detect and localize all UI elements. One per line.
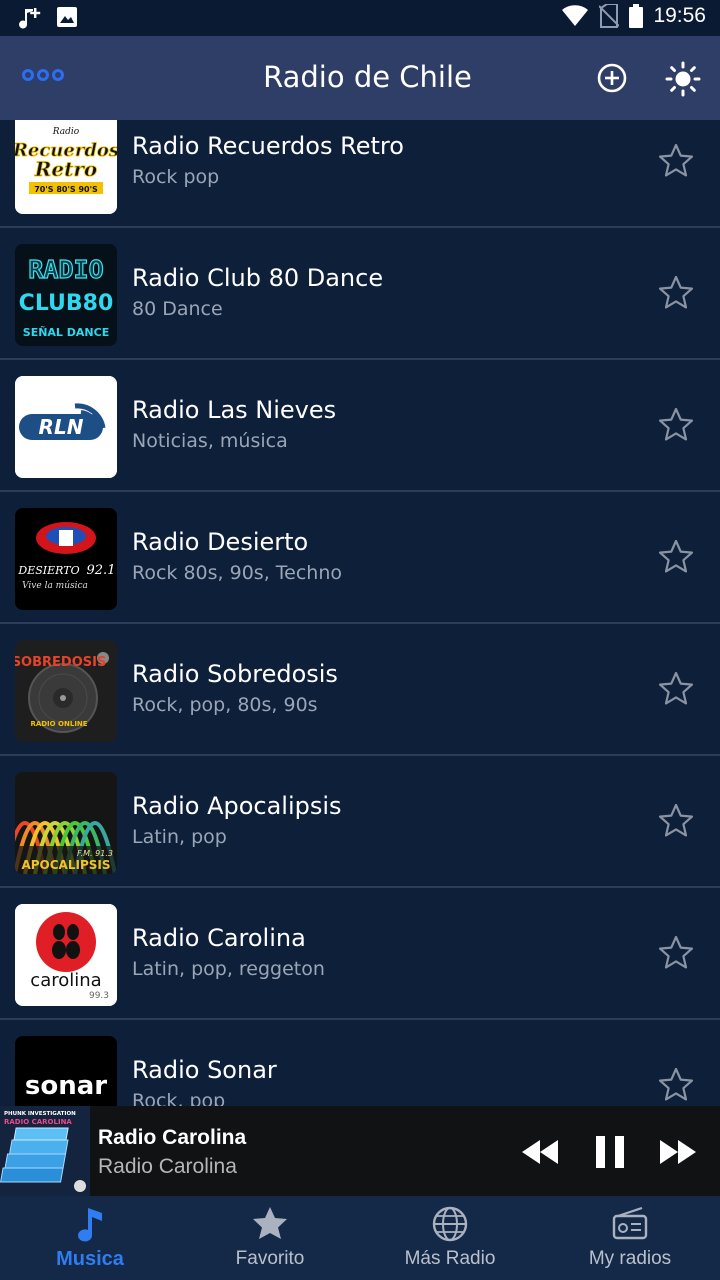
music-note-add-icon [19, 8, 41, 29]
station-genre: Rock, pop [132, 1090, 226, 1106]
station-name: Radio Carolina [132, 924, 306, 952]
svg-text:PHUNK INVESTIGATION: PHUNK INVESTIGATION [4, 1111, 76, 1117]
svg-text:RADIO ONLINE: RADIO ONLINE [30, 720, 87, 728]
station-name: Radio Recuerdos Retro [132, 132, 404, 160]
station-genre: Latin, pop [132, 826, 227, 848]
svg-text:Retro: Retro [34, 157, 97, 181]
globe-icon [432, 1206, 468, 1242]
nav-item-musica[interactable]: Musica [0, 1196, 180, 1280]
favorite-star-icon[interactable] [656, 141, 696, 181]
radio-icon [612, 1206, 648, 1240]
add-circle-icon[interactable] [596, 62, 628, 94]
no-sim-icon [599, 4, 620, 28]
status-time: 19:56 [653, 4, 706, 27]
status-bar: 19:56 [0, 0, 720, 36]
svg-text:RLN: RLN [39, 415, 84, 439]
svg-text:sonar: sonar [25, 1071, 107, 1101]
bottom-nav: Musica Favorito Más Radio My radios [0, 1196, 720, 1280]
station-name: Radio Apocalipsis [132, 792, 342, 820]
nav-item-favorito[interactable]: Favorito [180, 1196, 360, 1280]
svg-text:F.M. 91.3: F.M. 91.3 [77, 849, 113, 858]
station-row[interactable]: RLN Radio Las Nieves Noticias, música [0, 360, 720, 492]
svg-text:RADIO CAROLINA: RADIO CAROLINA [4, 1118, 72, 1126]
star-icon [253, 1207, 287, 1239]
brightness-icon[interactable] [664, 60, 702, 98]
nav-label: Más Radio [404, 1248, 496, 1269]
station-list[interactable]: Radio Recuerdos Retro 70'S 80'S 90'S Rad… [0, 120, 720, 1106]
nav-label: Favorito [235, 1248, 305, 1269]
station-logo: RLN [15, 376, 117, 478]
station-genre: Rock 80s, 90s, Techno [132, 562, 342, 584]
station-logo: sonar [15, 1036, 117, 1106]
svg-text:RADIO: RADIO [28, 255, 103, 284]
svg-text:SOBREDOSIS: SOBREDOSIS [15, 655, 106, 670]
station-genre: Noticias, música [132, 430, 288, 452]
svg-text:APOCALIPSIS: APOCALIPSIS [21, 858, 110, 872]
svg-text:92.1: 92.1 [87, 563, 116, 578]
music-note-icon [78, 1208, 102, 1242]
pause-icon[interactable] [588, 1130, 632, 1174]
station-logo: RADIO CLUB80 SEÑAL DANCE [15, 244, 117, 346]
station-row[interactable]: DESIERTO 92.1 Vive la música Radio Desie… [0, 492, 720, 624]
favorite-star-icon[interactable] [656, 1065, 696, 1105]
wifi-icon [562, 5, 589, 27]
now-playing-artwork: PHUNK INVESTIGATION RADIO CAROLINA [0, 1106, 90, 1196]
station-genre: Latin, pop, reggeton [132, 958, 325, 980]
station-name: Radio Las Nieves [132, 396, 337, 424]
fast-forward-icon[interactable] [656, 1130, 700, 1174]
now-playing-subtitle: Radio Carolina [98, 1155, 237, 1178]
station-genre: 80 Dance [132, 298, 223, 320]
now-playing-title: Radio Carolina [98, 1126, 247, 1149]
station-name: Radio Sonar [132, 1056, 277, 1084]
station-row[interactable]: SOBREDOSIS RADIO ONLINE Radio Sobredosis… [0, 624, 720, 756]
now-playing-bar[interactable]: PHUNK INVESTIGATION RADIO CAROLINA Radio… [0, 1106, 720, 1196]
favorite-star-icon[interactable] [656, 669, 696, 709]
station-name: Radio Club 80 Dance [132, 264, 384, 292]
favorite-star-icon[interactable] [656, 273, 696, 313]
station-name: Radio Desierto [132, 528, 309, 556]
station-logo: SOBREDOSIS RADIO ONLINE [15, 640, 117, 742]
svg-text:DESIERTO: DESIERTO [17, 564, 79, 577]
station-logo: F.M. 91.3 APOCALIPSIS [15, 772, 117, 874]
station-row[interactable]: F.M. 91.3 APOCALIPSIS Radio Apocalipsis … [0, 756, 720, 888]
nav-item-my-radios[interactable]: My radios [540, 1196, 720, 1280]
nav-label: My radios [588, 1248, 672, 1269]
station-logo: Radio Recuerdos Retro 70'S 80'S 90'S [15, 120, 117, 214]
station-row[interactable]: carolina 99.3 Radio Carolina Latin, pop,… [0, 888, 720, 1020]
favorite-star-icon[interactable] [656, 933, 696, 973]
svg-text:70'S 80'S 90'S: 70'S 80'S 90'S [34, 185, 98, 194]
station-logo: DESIERTO 92.1 Vive la música [15, 508, 117, 610]
nav-item-mas-radio[interactable]: Más Radio [360, 1196, 540, 1280]
rewind-icon[interactable] [518, 1130, 562, 1174]
station-row[interactable]: Radio Recuerdos Retro 70'S 80'S 90'S Rad… [0, 120, 720, 228]
svg-text:carolina: carolina [30, 970, 101, 991]
svg-text:Radio: Radio [52, 127, 80, 137]
battery-icon [629, 4, 644, 28]
favorite-star-icon[interactable] [656, 537, 696, 577]
svg-text:Vive la música: Vive la música [22, 580, 88, 591]
favorite-star-icon[interactable] [656, 405, 696, 445]
svg-text:99.3: 99.3 [89, 991, 109, 1001]
svg-text:SEÑAL DANCE: SEÑAL DANCE [23, 326, 109, 339]
station-row[interactable]: RADIO CLUB80 SEÑAL DANCE Radio Club 80 D… [0, 228, 720, 360]
svg-text:CLUB80: CLUB80 [19, 291, 114, 316]
app-bar: Radio de Chile [0, 36, 720, 120]
station-row[interactable]: sonar Radio Sonar Rock, pop [0, 1020, 720, 1106]
station-logo: carolina 99.3 [15, 904, 117, 1006]
image-icon [57, 7, 77, 27]
station-genre: Rock, pop, 80s, 90s [132, 694, 318, 716]
station-genre: Rock pop [132, 166, 220, 188]
nav-label: Musica [56, 1248, 124, 1270]
station-name: Radio Sobredosis [132, 660, 338, 688]
favorite-star-icon[interactable] [656, 801, 696, 841]
